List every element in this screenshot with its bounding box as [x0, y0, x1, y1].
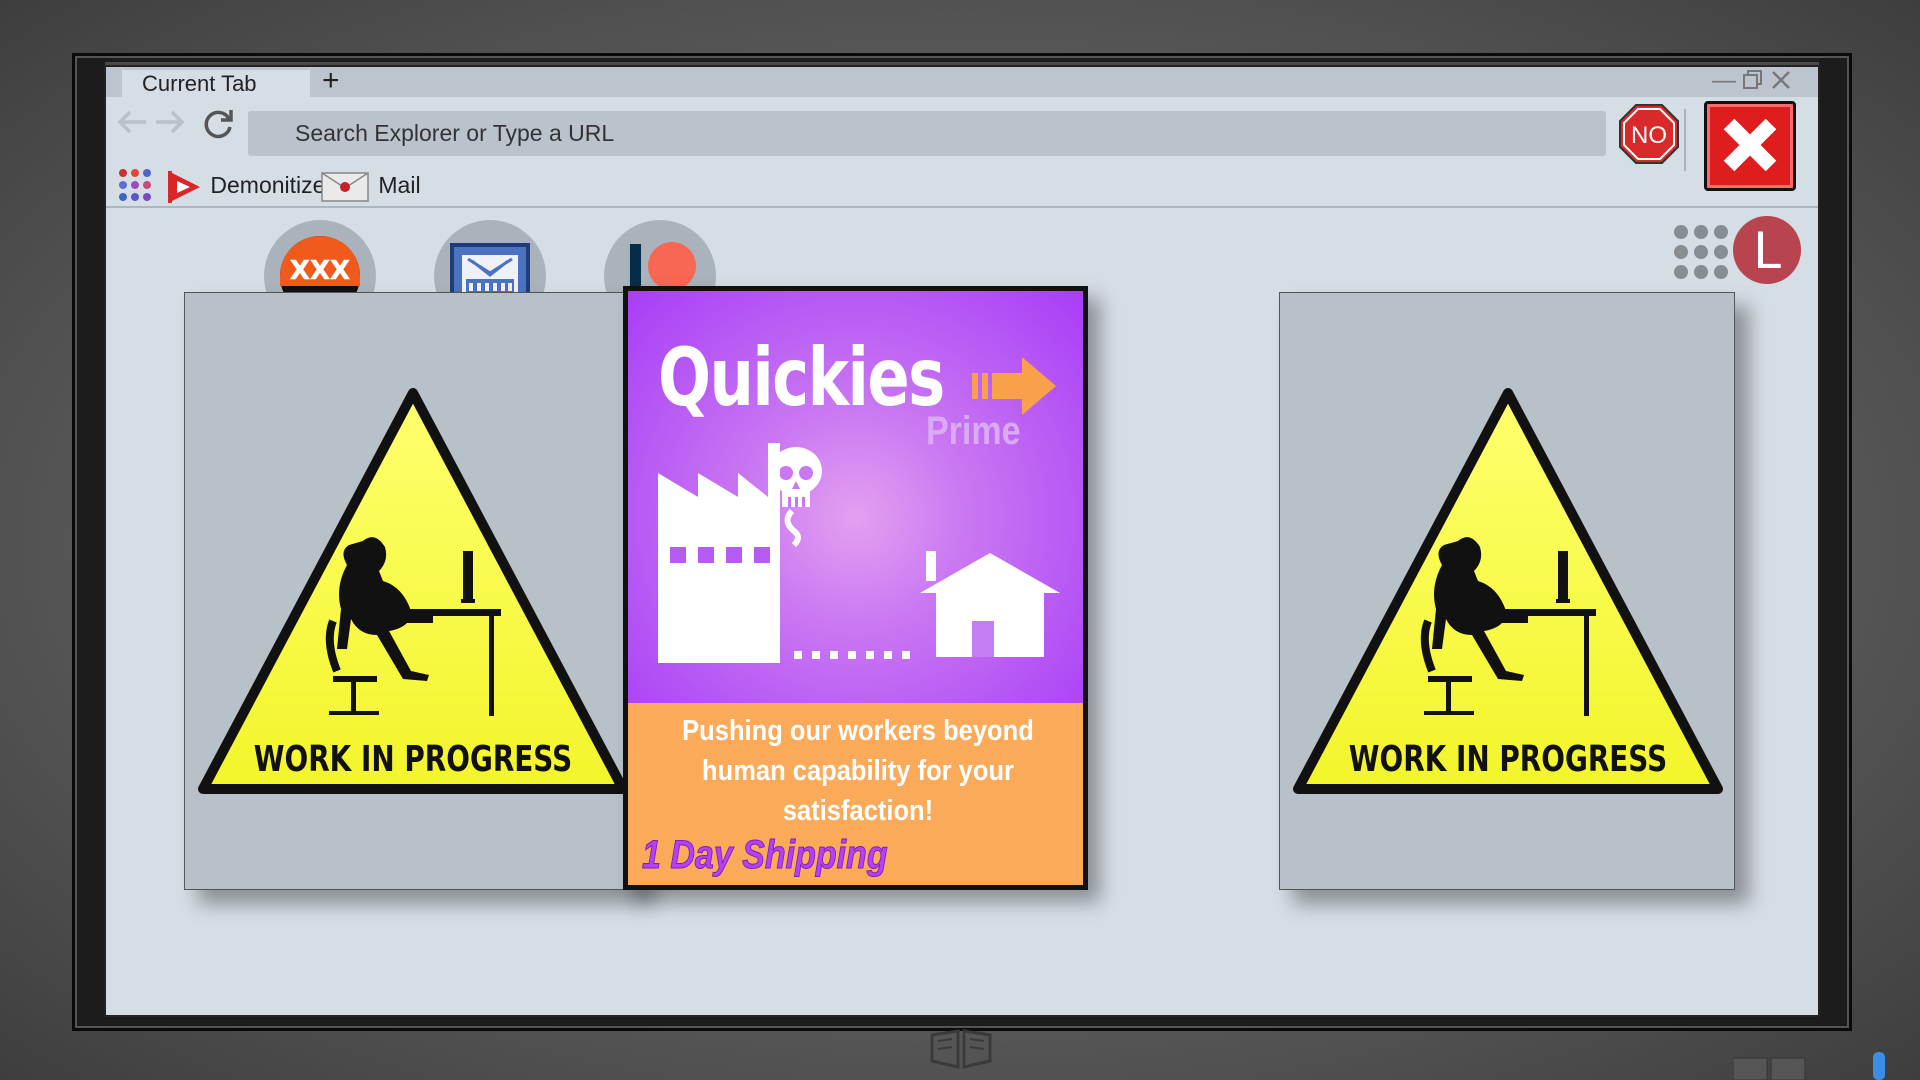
tab-bar: Current Tab + —	[106, 67, 1818, 97]
ad-tagline: Pushing our workers beyond human capabil…	[664, 711, 1051, 831]
xxx-label: XXX	[290, 256, 350, 286]
bookmark-mail[interactable]: Mail	[320, 167, 421, 204]
bookmark-label: Mail	[378, 172, 421, 198]
big-close-button[interactable]	[1704, 101, 1796, 191]
play-flag-icon	[168, 170, 200, 203]
arrow-right-icon	[972, 357, 1056, 415]
new-tab-button[interactable]: +	[322, 67, 340, 98]
factory-icon	[658, 443, 780, 663]
ad-top-panel: Quickies Prime	[628, 291, 1083, 703]
dotted-path	[794, 651, 910, 659]
minimize-button[interactable]: —	[1712, 67, 1736, 95]
ad-tagline-line: Pushing our workers beyond	[682, 715, 1034, 747]
profile-avatar[interactable]: L	[1733, 216, 1801, 284]
tab-label: Current Tab	[142, 71, 257, 96]
warning-sign: WORK IN PROGRESS	[198, 388, 628, 794]
apps-grid-icon[interactable]	[118, 168, 152, 202]
quickies-ad-card[interactable]: Quickies Prime Pushing our workers beyon…	[623, 286, 1088, 890]
warning-sign: WORK IN PROGRESS	[1293, 388, 1723, 794]
back-button[interactable]	[114, 105, 150, 145]
bookmark-label: Demonitizer	[210, 172, 334, 198]
toolbar-separator	[1684, 109, 1686, 171]
monitor-logo-icon	[930, 1029, 992, 1069]
warning-text: WORK IN PROGRESS	[254, 738, 572, 780]
stop-sign-label: NO	[1631, 122, 1667, 149]
warning-text: WORK IN PROGRESS	[1349, 738, 1667, 780]
reload-button[interactable]	[202, 107, 236, 147]
close-icon	[1772, 71, 1790, 89]
arrow-right-icon	[156, 110, 185, 134]
reload-icon	[204, 110, 233, 139]
ad-tagline-line: satisfaction!	[782, 795, 934, 827]
factory-to-house-illustration	[658, 443, 1060, 663]
ad-shipping-label: 1 Day Shipping	[642, 833, 888, 878]
address-placeholder: Search Explorer or Type a URL	[295, 120, 615, 146]
arrow-left-icon	[117, 110, 146, 134]
window-close-button[interactable]	[1770, 69, 1792, 98]
apps-launcher-icon[interactable]	[1673, 224, 1729, 280]
x-icon	[1723, 118, 1777, 172]
ad-title: Quickies	[658, 331, 945, 424]
ad-tagline-line: human capability for your	[702, 755, 1014, 787]
forward-button[interactable]	[152, 105, 188, 145]
address-bar[interactable]: Search Explorer or Type a URL	[248, 111, 1606, 156]
avatar-letter: L	[1753, 222, 1781, 280]
card-right[interactable]: WORK IN PROGRESS	[1279, 292, 1735, 890]
monitor-buttons	[1733, 1052, 1885, 1080]
restore-button[interactable]	[1742, 69, 1764, 98]
bookmark-demonitizer[interactable]: Demonitizer	[166, 167, 333, 205]
toolbar-divider	[106, 206, 1818, 208]
card-left[interactable]: WORK IN PROGRESS	[184, 292, 640, 890]
stop-sign-icon[interactable]: NO	[1618, 103, 1680, 165]
restore-icon	[1743, 70, 1762, 89]
envelope-icon	[321, 172, 369, 202]
ad-bottom-panel: Pushing our workers beyond human capabil…	[628, 703, 1083, 885]
tab-current[interactable]: Current Tab	[122, 70, 310, 97]
